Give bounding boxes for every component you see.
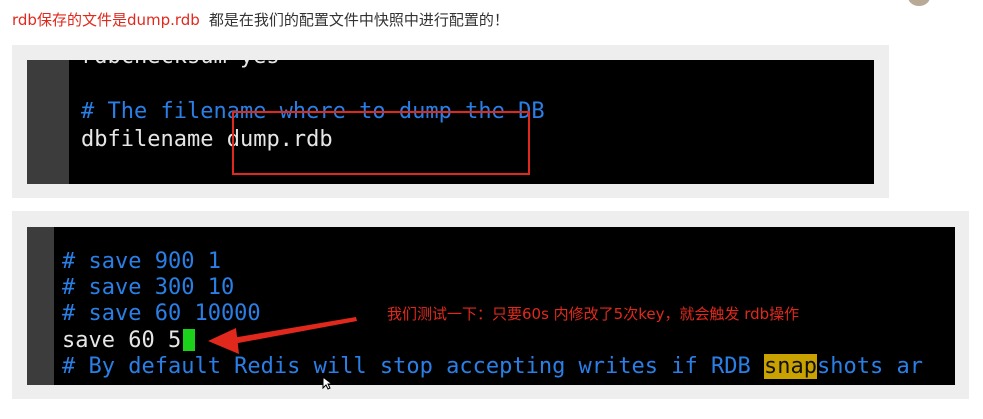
- save-60-5-text: save 60 5: [62, 328, 182, 353]
- config-key: dbfilename: [81, 127, 214, 152]
- cut-line: rdbchecksum yes: [81, 60, 280, 70]
- heading-highlight: rdb保存的文件是dump.rdb: [12, 11, 200, 29]
- terminal-gutter: [27, 227, 54, 385]
- highlight-box: [232, 111, 530, 175]
- save-60-5-line: save 60 5: [62, 328, 196, 354]
- search-highlight: snap: [764, 354, 817, 379]
- save-900-line: # save 900 1: [62, 249, 221, 274]
- by-default-prefix: # By default Redis will stop accepting w…: [62, 354, 764, 379]
- mouse-pointer-icon: [322, 376, 334, 390]
- by-default-suffix: shots ar: [816, 354, 923, 379]
- by-default-line: # By default Redis will stop accepting w…: [62, 354, 923, 380]
- annotation-text: 我们测试一下：只要60s 内修改了5次key，就会触发 rdb操作: [387, 305, 800, 323]
- avatar[interactable]: [906, 0, 932, 8]
- page-heading: rdb保存的文件是dump.rdb 都是在我们的配置文件中快照中进行配置的！: [12, 8, 509, 32]
- save-60-10000-line: # save 60 10000: [62, 301, 261, 326]
- terminal-gutter: [27, 60, 69, 184]
- text-cursor: [183, 329, 196, 351]
- heading-text: 都是在我们的配置文件中快照中进行配置的！: [208, 11, 509, 29]
- save-300-line: # save 300 10: [62, 275, 235, 300]
